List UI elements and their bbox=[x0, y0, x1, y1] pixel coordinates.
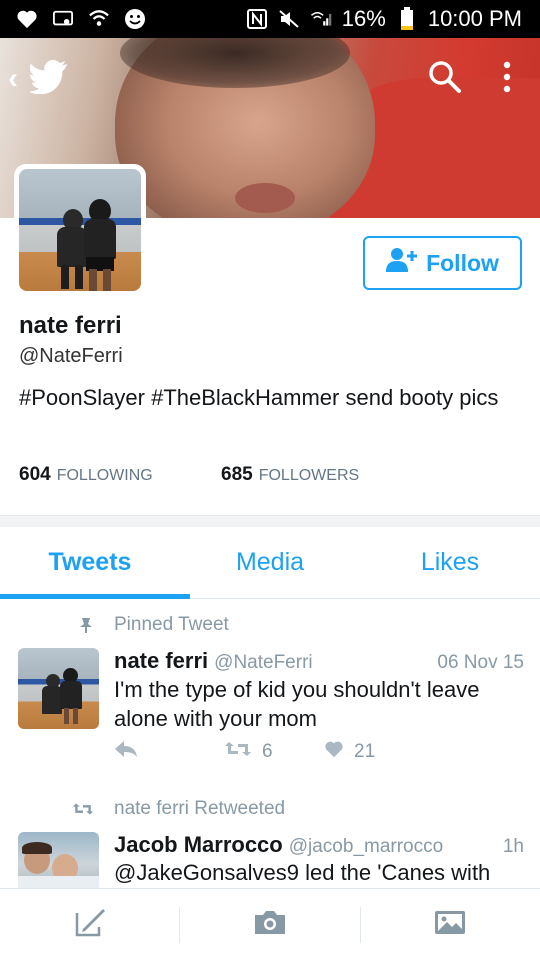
back-icon[interactable]: ‹ bbox=[8, 62, 18, 96]
followers-stat[interactable]: 685 FOLLOWERS bbox=[221, 464, 359, 486]
pinned-label: Pinned Tweet bbox=[114, 614, 229, 635]
profile-avatar[interactable] bbox=[14, 164, 146, 296]
pin-icon bbox=[0, 616, 114, 634]
banner-nav: ‹ bbox=[0, 38, 540, 118]
profile-handle: @NateFerri bbox=[19, 345, 123, 367]
wifi-icon bbox=[88, 8, 110, 30]
profile-name: nate ferri bbox=[19, 312, 122, 339]
battery-icon bbox=[396, 7, 418, 30]
retweet-icon bbox=[224, 740, 252, 764]
tweet-header: Jacob Marrocco @jacob_marrocco 1h bbox=[114, 832, 524, 858]
following-count: 604 bbox=[19, 464, 51, 485]
reply-button[interactable] bbox=[114, 740, 224, 764]
nfc-icon bbox=[246, 8, 268, 30]
tweet-text[interactable]: I'm the type of kid you shouldn't leave … bbox=[114, 675, 528, 733]
retweet-icon bbox=[0, 802, 114, 816]
profile-bio: #PoonSlayer #TheBlackHammer send booty p… bbox=[19, 385, 499, 410]
tweet-time: 06 Nov 15 bbox=[437, 652, 524, 673]
followers-count: 685 bbox=[221, 464, 253, 485]
tweet-list: Pinned Tweet nate ferri @NateFerri 06 No… bbox=[0, 600, 540, 890]
compose-icon bbox=[73, 907, 107, 942]
bottom-toolbar bbox=[0, 888, 540, 960]
retweet-count: 6 bbox=[262, 741, 273, 762]
following-label: FOLLOWING bbox=[56, 467, 153, 484]
status-bar: 16% 10:00 PM bbox=[0, 0, 540, 38]
twitter-bird-icon[interactable] bbox=[28, 60, 70, 99]
tweet-actions: 6 21 bbox=[114, 740, 414, 764]
camera-button[interactable] bbox=[180, 889, 359, 960]
followers-label: FOLLOWERS bbox=[258, 467, 360, 484]
like-count: 21 bbox=[354, 741, 376, 762]
tweet-author-handle[interactable]: @NateFerri bbox=[214, 652, 312, 674]
tab-likes[interactable]: Likes bbox=[360, 527, 540, 598]
tweet-avatar[interactable] bbox=[18, 832, 99, 890]
camera-icon bbox=[253, 908, 287, 941]
compose-button[interactable] bbox=[0, 889, 179, 960]
heart-icon bbox=[16, 8, 38, 30]
smiley-icon bbox=[124, 8, 146, 30]
retweet-button[interactable]: 6 bbox=[224, 740, 324, 764]
tab-tweets[interactable]: Tweets bbox=[0, 527, 180, 598]
tweet-author-name[interactable]: nate ferri bbox=[114, 648, 208, 674]
tweet-author-handle[interactable]: @jacob_marrocco bbox=[289, 836, 443, 858]
retweet-context: nate ferri Retweeted bbox=[0, 798, 285, 820]
add-user-icon bbox=[386, 247, 418, 279]
tweet-time: 1h bbox=[502, 836, 524, 857]
battery-percent: 16% bbox=[341, 6, 386, 31]
tweet-text[interactable]: @JakeGonsalves9 led the 'Canes with bbox=[114, 858, 528, 887]
like-button[interactable]: 21 bbox=[324, 740, 375, 764]
avatar-photo bbox=[19, 169, 141, 291]
cast-icon bbox=[52, 8, 74, 30]
pinned-context: Pinned Tweet bbox=[0, 614, 229, 636]
more-icon[interactable] bbox=[502, 60, 512, 99]
gallery-button[interactable] bbox=[361, 889, 540, 960]
search-icon[interactable] bbox=[428, 60, 462, 99]
clock: 10:00 PM bbox=[427, 6, 522, 31]
profile-stats: 604 FOLLOWING 685 FOLLOWERS bbox=[19, 464, 359, 486]
tab-media[interactable]: Media bbox=[180, 527, 360, 598]
active-tab-indicator bbox=[0, 594, 190, 599]
tweet-author-name[interactable]: Jacob Marrocco bbox=[114, 832, 283, 858]
reply-icon bbox=[114, 740, 138, 764]
tweet-avatar[interactable] bbox=[18, 648, 99, 729]
like-icon bbox=[324, 740, 344, 764]
following-stat[interactable]: 604 FOLLOWING bbox=[19, 464, 221, 486]
mute-icon bbox=[278, 8, 300, 30]
retweeted-label: nate ferri Retweeted bbox=[114, 798, 286, 819]
section-divider bbox=[0, 515, 540, 527]
follow-button[interactable]: Follow bbox=[363, 236, 522, 290]
profile-tabs: Tweets Media Likes bbox=[0, 527, 540, 599]
gallery-icon bbox=[433, 908, 467, 941]
follow-label: Follow bbox=[426, 249, 499, 276]
tweet-header: nate ferri @NateFerri 06 Nov 15 bbox=[114, 648, 524, 674]
signal-icon bbox=[310, 8, 332, 30]
